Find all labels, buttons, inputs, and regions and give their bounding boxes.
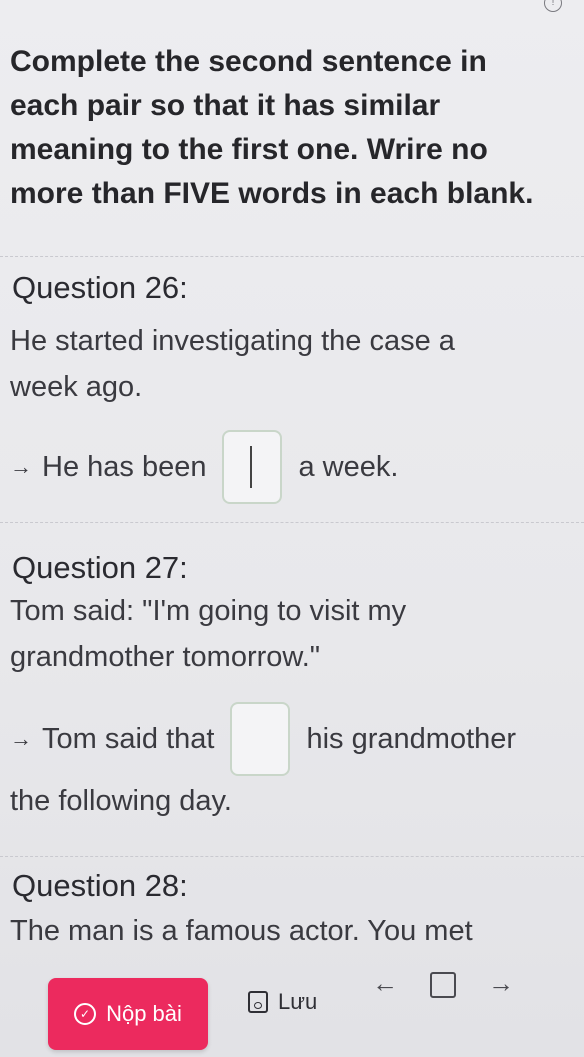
answer-prefix: He has been <box>42 450 207 483</box>
answer-blank-26[interactable] <box>222 430 283 504</box>
info-icon[interactable]: ! <box>544 0 562 12</box>
save-icon <box>248 991 268 1013</box>
question-text-line: week ago. <box>10 371 143 403</box>
question-28-title: Question 28: <box>12 868 188 903</box>
instructions: Complete the second sentence in each pai… <box>10 40 550 216</box>
answer-suffix: his grandmother <box>306 722 517 755</box>
text-caret <box>250 446 253 488</box>
instructions-line: meaning to the first one. Wrire no <box>10 133 488 166</box>
answer-suffix: a week. <box>298 450 399 483</box>
question-26-text: He started investigating the case a week… <box>10 318 455 410</box>
divider <box>0 856 584 857</box>
arrow-right-icon: → <box>10 726 32 751</box>
question-text-line: Tom said: "I'm going to visit my <box>10 595 407 627</box>
question-list-icon[interactable] <box>430 972 456 998</box>
question-27-title: Question 27: <box>12 550 188 585</box>
quiz-page: ! Complete the second sentence in each p… <box>0 0 584 1057</box>
question-28-text: The man is a famous actor. You met <box>10 915 473 947</box>
previous-question-arrow-icon[interactable]: ← <box>372 968 398 999</box>
instructions-line: each pair so that it has similar <box>10 89 441 122</box>
divider <box>0 522 584 523</box>
question-26-answer: → He has been a week. <box>10 430 398 504</box>
bottom-toolbar: ✓ Nộp bài Lưu ← → <box>0 960 584 1057</box>
answer-blank-27[interactable] <box>230 702 291 776</box>
submit-button[interactable]: ✓ Nộp bài <box>48 978 208 1050</box>
question-text-line: grandmother tomorrow." <box>10 641 321 673</box>
answer-continuation: the following day. <box>10 785 232 817</box>
answer-prefix: Tom said that <box>42 722 215 755</box>
instructions-line: more than FIVE words in each blank. <box>10 177 534 210</box>
question-26-title: Question 26: <box>12 270 188 305</box>
save-button[interactable]: Lưu <box>248 982 317 1022</box>
next-question-arrow-icon[interactable]: → <box>488 968 514 999</box>
instructions-line: Complete the second sentence in <box>10 45 487 78</box>
question-27-answer: → Tom said that his grandmother <box>10 702 516 776</box>
check-circle-icon: ✓ <box>74 1003 97 1025</box>
arrow-right-icon: → <box>10 454 32 479</box>
save-label: Lưu <box>278 989 318 1014</box>
question-text-line: He started investigating the case a <box>10 325 455 357</box>
submit-label: Nộp bài <box>106 1001 182 1026</box>
divider <box>0 256 584 257</box>
question-27-text: Tom said: "I'm going to visit my grandmo… <box>10 588 406 680</box>
